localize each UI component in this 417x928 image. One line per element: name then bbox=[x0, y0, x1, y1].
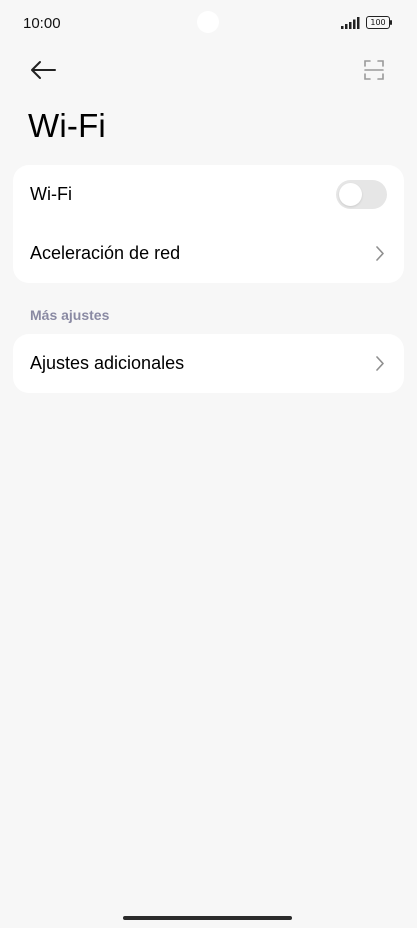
wifi-label: Wi-Fi bbox=[30, 184, 72, 204]
scan-button[interactable] bbox=[360, 56, 388, 84]
battery-level: 100 bbox=[366, 16, 390, 29]
status-time: 10:00 bbox=[23, 15, 61, 32]
additional-settings-card: Ajustes adicionales bbox=[13, 334, 404, 393]
chevron-right-icon bbox=[376, 246, 384, 261]
home-indicator[interactable] bbox=[123, 916, 292, 920]
battery-tip bbox=[390, 20, 392, 25]
back-button[interactable] bbox=[26, 56, 60, 84]
section-header-more-settings: Más ajustes bbox=[30, 307, 110, 323]
page-title: Wi-Fi bbox=[28, 107, 106, 144]
camera-cutout bbox=[197, 11, 219, 33]
status-bar: 10:00 100 bbox=[0, 0, 417, 48]
wifi-toggle[interactable] bbox=[336, 180, 387, 209]
toggle-knob bbox=[339, 183, 362, 206]
chevron-right-icon bbox=[376, 356, 384, 371]
additional-settings-label: Ajustes adicionales bbox=[30, 353, 185, 373]
battery-icon: 100 bbox=[366, 16, 392, 30]
wifi-settings-card: Wi-Fi Aceleración de red bbox=[13, 165, 404, 283]
wifi-toggle-row[interactable]: Wi-Fi bbox=[13, 165, 404, 224]
signal-icon bbox=[341, 17, 360, 29]
additional-settings-row[interactable]: Ajustes adicionales bbox=[13, 334, 404, 393]
network-acceleration-label: Aceleración de red bbox=[30, 243, 181, 263]
network-acceleration-row[interactable]: Aceleración de red bbox=[13, 224, 404, 283]
scan-icon bbox=[364, 60, 384, 80]
arrow-left-icon bbox=[31, 61, 56, 79]
